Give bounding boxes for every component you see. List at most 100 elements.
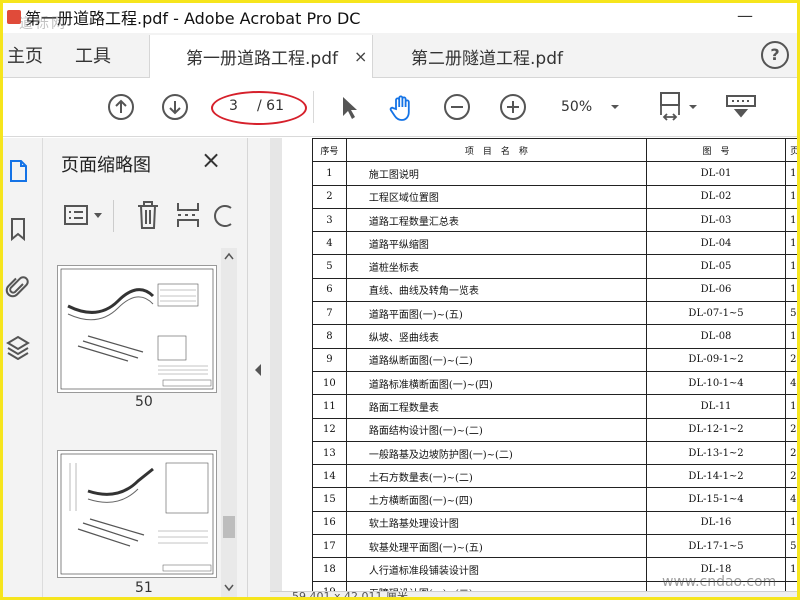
scrollbar-thumb[interactable] bbox=[223, 516, 235, 538]
table-cell: 16 bbox=[312, 510, 347, 536]
thumb-toolbar-divider bbox=[113, 200, 114, 232]
header-cell: 图 号 bbox=[645, 138, 787, 163]
doc-tab-active[interactable]: 第一册道路工程.pdf × bbox=[149, 35, 373, 78]
thumbnail-drawing bbox=[60, 268, 214, 390]
fit-page-icon[interactable] bbox=[655, 91, 685, 123]
table-cell: DL-04 bbox=[645, 231, 787, 256]
table-cell: 道路工程数量汇总表 bbox=[345, 207, 647, 233]
table-cell: 1 bbox=[785, 394, 797, 419]
page-number-input[interactable]: 3 bbox=[229, 98, 238, 114]
tab-tools[interactable]: 工具 bbox=[75, 42, 111, 68]
panel-splitter[interactable] bbox=[248, 138, 270, 597]
window-title: 第一册道路工程.pdf - Adobe Acrobat Pro DC bbox=[25, 9, 361, 28]
header-cell: 项 目 名 称 bbox=[345, 138, 647, 163]
thumbnail-options-icon[interactable] bbox=[63, 204, 89, 226]
rotate-page-icon[interactable] bbox=[213, 200, 233, 230]
table-row: 17 软基处理平面图(一)~(五) DL-17-1~5 5 bbox=[312, 534, 797, 559]
table-cell: 1 bbox=[785, 254, 797, 279]
table-cell: DL-11 bbox=[645, 394, 787, 419]
minimize-button[interactable]: — bbox=[737, 6, 753, 25]
collapse-panel-icon[interactable] bbox=[253, 363, 263, 377]
table-row: 14 土石方数量表(一)~(二) DL-14-1~2 2 bbox=[312, 464, 797, 489]
page-thumbnail[interactable] bbox=[57, 265, 217, 393]
select-cursor-icon[interactable] bbox=[335, 93, 363, 121]
table-cell: 3 bbox=[312, 207, 347, 233]
fit-dropdown-icon[interactable] bbox=[687, 101, 699, 113]
tab-home[interactable]: 主页 bbox=[7, 42, 43, 68]
table-cell: 1 bbox=[785, 510, 797, 536]
options-dropdown-icon[interactable] bbox=[93, 212, 103, 220]
table-cell: 路面工程数量表 bbox=[345, 394, 647, 419]
scroll-up-icon[interactable] bbox=[224, 252, 234, 260]
zoom-in-icon[interactable] bbox=[499, 93, 527, 121]
table-cell: 2 bbox=[312, 184, 347, 209]
table-cell: 2 bbox=[785, 464, 797, 489]
table-cell: DL-13-1~2 bbox=[645, 440, 787, 466]
table-cell: 道桩坐标表 bbox=[345, 254, 647, 279]
table-row: 4 道路平纵缩图 DL-04 1 bbox=[312, 231, 797, 256]
table-cell: 12 bbox=[312, 417, 347, 442]
table-cell: 10 bbox=[312, 370, 347, 396]
keyboard-tools-icon[interactable] bbox=[725, 93, 757, 121]
table-row: 9 道路纵断面图(一)~(二) DL-09-1~2 2 bbox=[312, 347, 797, 372]
thumbnail-toolbar bbox=[43, 192, 248, 242]
delete-page-icon[interactable] bbox=[135, 200, 161, 230]
page-thumbnail[interactable] bbox=[57, 450, 217, 578]
page-thumbnails-icon[interactable] bbox=[5, 158, 31, 184]
table-cell: DL-01 bbox=[645, 161, 787, 186]
doc-tab-second[interactable]: 第二册隧道工程.pdf bbox=[411, 35, 591, 78]
table-body: 1施工图说明DL-01112工程区域位置图DL-0213道路工程数量汇总表DL-… bbox=[312, 161, 797, 597]
left-rail bbox=[3, 138, 43, 597]
hand-tool-icon[interactable] bbox=[387, 93, 417, 123]
zoom-out-icon[interactable] bbox=[443, 93, 471, 121]
status-bar: 59.401 x 42.011 厘米 bbox=[270, 591, 797, 600]
table-cell: DL-15-1~4 bbox=[645, 487, 787, 512]
table-row: 1施工图说明DL-0111 bbox=[312, 161, 797, 186]
table-cell: 1 bbox=[785, 324, 797, 349]
document-page: 序号 项 目 名 称 图 号 页 数 1施工图说明DL-01112工程区域位置图… bbox=[282, 138, 797, 597]
table-row: 2 工程区域位置图 DL-02 1 bbox=[312, 184, 797, 209]
table-cell: DL-10-1~4 bbox=[645, 370, 787, 396]
table-cell: 工程区域位置图 bbox=[345, 184, 647, 209]
table-cell: DL-07-1~5 bbox=[645, 301, 787, 326]
table-row: 13 一般路基及边坡防护图(一)~(二) DL-13-1~2 2 bbox=[312, 440, 797, 466]
table-cell: 4 bbox=[312, 231, 347, 256]
table-row: 5 道桩坐标表 DL-05 1 bbox=[312, 254, 797, 279]
table-cell: 纵坡、竖曲线表 bbox=[345, 324, 647, 349]
next-page-icon[interactable] bbox=[161, 93, 189, 121]
table-cell: 路面结构设计图(一)~(二) bbox=[345, 417, 647, 442]
table-row: 6 直线、曲线及转角一览表 DL-06 1 bbox=[312, 277, 797, 303]
header-cell: 页 数 bbox=[785, 138, 797, 163]
doc-tab-close-icon[interactable]: × bbox=[354, 47, 367, 66]
doc-tab-label-second: 第二册隧道工程.pdf bbox=[411, 49, 563, 69]
bookmarks-icon[interactable] bbox=[5, 216, 31, 242]
thumbnail-scrollbar[interactable] bbox=[221, 248, 237, 597]
table-cell: 18 bbox=[312, 557, 347, 582]
previous-page-icon[interactable] bbox=[107, 93, 135, 121]
table-cell: 6 bbox=[312, 277, 347, 303]
document-viewport[interactable]: 序号 项 目 名 称 图 号 页 数 1施工图说明DL-01112工程区域位置图… bbox=[270, 138, 797, 597]
zoom-input[interactable]: 50% bbox=[561, 99, 592, 115]
layers-icon[interactable] bbox=[5, 334, 31, 360]
table-row: 8 纵坡、竖曲线表 DL-08 1 bbox=[312, 324, 797, 349]
help-icon[interactable]: ? bbox=[761, 41, 789, 69]
table-cell: 8 bbox=[312, 324, 347, 349]
main-toolbar bbox=[3, 79, 797, 137]
insert-page-icon[interactable] bbox=[175, 200, 201, 230]
attachments-icon[interactable] bbox=[5, 274, 31, 300]
close-panel-icon[interactable]: × bbox=[201, 146, 221, 174]
toolbar-separator bbox=[313, 91, 314, 123]
table-row: 10 道路标准横断面图(一)~(四) DL-10-1~4 4 bbox=[312, 370, 797, 396]
scroll-down-icon[interactable] bbox=[224, 584, 234, 592]
table-cell: DL-03 bbox=[645, 207, 787, 233]
table-cell: 11 bbox=[312, 394, 347, 419]
table-row: 3 道路工程数量汇总表 DL-03 1 bbox=[312, 207, 797, 233]
table-cell: DL-16 bbox=[645, 510, 787, 536]
zoom-dropdown-icon[interactable] bbox=[609, 101, 621, 113]
table-row: 11 路面工程数量表 DL-11 1 bbox=[312, 394, 797, 419]
app-window: 第一册道路工程.pdf - Adobe Acrobat Pro DC — 道栎网… bbox=[0, 0, 800, 600]
thumbnail-drawing bbox=[60, 453, 214, 575]
table-cell: 土石方数量表(一)~(二) bbox=[345, 464, 647, 489]
watermark-top: 道栎网 bbox=[19, 16, 67, 32]
page-dimensions: 59.401 x 42.011 厘米 bbox=[292, 591, 408, 600]
